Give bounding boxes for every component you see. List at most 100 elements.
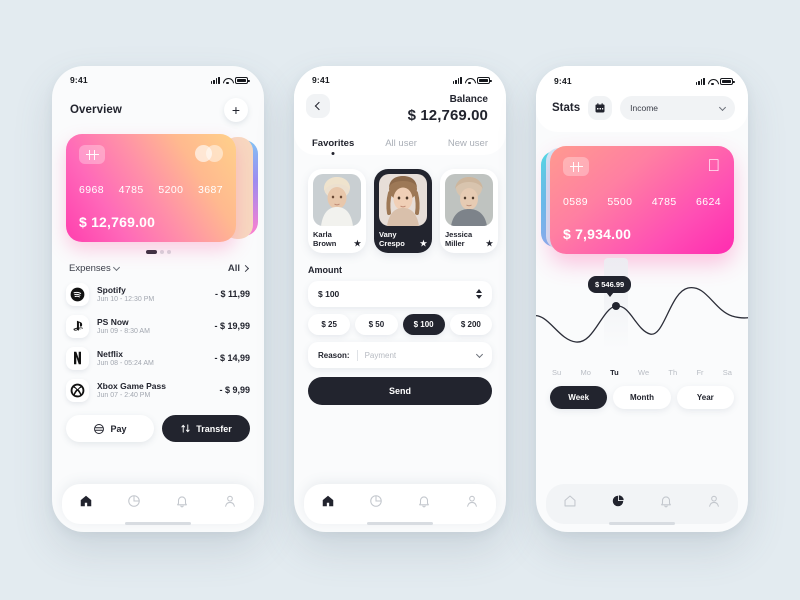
chip-amount-25[interactable]: $ 25 [308, 314, 351, 336]
expenses-label: Expenses [69, 263, 111, 274]
table-row[interactable]: Xbox Game Pass Jun 07 - 2:40 PM - $ 9,99 [66, 374, 250, 406]
user-icon[interactable] [223, 494, 238, 509]
card-number-group: 0589 [563, 196, 588, 208]
card-number-group: 6624 [696, 196, 721, 208]
home-icon[interactable] [79, 494, 94, 509]
user-icon[interactable] [465, 494, 480, 509]
stats-header: Stats Income [552, 96, 735, 120]
filter-value: Income [630, 103, 658, 113]
card-number-group: 5500 [607, 196, 633, 208]
chip-amount-100[interactable]: $ 100 [402, 314, 445, 336]
pager-dot[interactable] [166, 250, 171, 254]
stats-top-panel: 9:41 Stats Income [536, 66, 748, 132]
tab-all-user[interactable]: All user [385, 138, 417, 149]
phone-screen-transfer: 9:41 Balance $ 12,769.00 Favorites All u… [294, 66, 506, 532]
user-name: Vany Crespo ★ [379, 230, 427, 248]
user-carousel[interactable]: Karla Brown ★ Vany Crespo ★ Jessica Mill… [294, 155, 506, 254]
chip-amount-50[interactable]: $ 50 [355, 314, 398, 336]
quick-amount-chips: $ 25 $ 50 $ 100 $ 200 [308, 314, 492, 336]
range-week[interactable]: Week [550, 386, 608, 409]
expenses-list: Spotify Jun 10 - 12:30 PM - $ 11,99 PS N… [52, 278, 264, 406]
day-we[interactable]: We [638, 368, 649, 377]
reason-label: Reason: [318, 350, 350, 360]
card-carousel[interactable]: 6968 4785 5200 3687 $ 12,769.00 [66, 134, 258, 242]
tab-favorites[interactable]: Favorites [312, 138, 354, 149]
chart-active-point[interactable] [612, 302, 620, 310]
quantity-stepper[interactable] [476, 289, 482, 300]
chevron-right-icon [241, 264, 250, 273]
day-su[interactable]: Su [552, 368, 561, 377]
table-row[interactable]: Spotify Jun 10 - 12:30 PM - $ 11,99 [66, 278, 250, 310]
phone-screen-stats: 9:41 Stats Income 0589 5500 4785 6624 $ … [536, 66, 748, 532]
bottom-tab-bar [546, 484, 738, 524]
expense-amount: - $ 14,99 [214, 353, 250, 363]
card-chip-icon [79, 145, 105, 164]
add-card-button[interactable]: + [224, 98, 248, 122]
calendar-icon[interactable] [588, 96, 613, 120]
expense-amount: - $ 9,99 [219, 385, 250, 395]
bell-icon[interactable] [659, 494, 674, 509]
expense-meta: Xbox Game Pass Jun 07 - 2:40 PM [97, 381, 211, 399]
home-icon[interactable] [321, 494, 336, 509]
status-bar: 9:41 [294, 66, 506, 88]
range-year[interactable]: Year [676, 386, 734, 409]
credit-card[interactable]: 6968 4785 5200 3687 $ 12,769.00 [66, 134, 236, 242]
day-th[interactable]: Th [668, 368, 677, 377]
see-all-link[interactable]: All [228, 263, 250, 274]
reason-select[interactable]: Reason: Payment [308, 342, 492, 369]
bell-icon[interactable] [417, 494, 432, 509]
transfer-top-panel: 9:41 Balance $ 12,769.00 Favorites All u… [294, 66, 506, 155]
chart-tooltip: $ 546.99 [588, 276, 632, 293]
day-tu[interactable]: Tu [610, 368, 619, 377]
mockup-canvas: 9:41 Overview + 6968 4785 5200 3687 $ 12… [0, 0, 800, 600]
signal-icon [695, 77, 705, 85]
card-number-group: 4785 [118, 184, 144, 196]
transfer-button[interactable]: Transfer [162, 415, 250, 442]
tab-new-user[interactable]: New user [448, 138, 488, 149]
star-icon[interactable]: ★ [420, 240, 427, 248]
signal-icon [452, 76, 462, 84]
bell-icon[interactable] [175, 494, 190, 509]
pager-dot[interactable] [159, 250, 164, 254]
list-item[interactable]: Vany Crespo ★ [374, 169, 432, 254]
income-filter-select[interactable]: Income [620, 96, 735, 120]
transfer-label: Transfer [196, 423, 232, 434]
battery-icon [235, 76, 250, 84]
expense-meta: Netflix Jun 08 - 05:24 AM [97, 349, 206, 367]
pager-dot-active[interactable] [145, 250, 157, 254]
star-icon[interactable]: ★ [354, 240, 361, 248]
card-carousel[interactable]:  0589 5500 4785 6624 $ 7,934.00 [541, 146, 734, 254]
pay-button[interactable]: Pay [66, 415, 154, 442]
list-item[interactable]: Jessica Miller ★ [440, 169, 498, 254]
range-month[interactable]: Month [613, 386, 671, 409]
phone-screen-overview: 9:41 Overview + 6968 4785 5200 3687 $ 12… [52, 66, 264, 532]
income-line-chart[interactable]: $ 546.99 [536, 258, 748, 366]
user-name-text: Jessica Miller [445, 230, 473, 249]
day-mo[interactable]: Mo [580, 368, 590, 377]
chevron-down-icon [718, 103, 727, 111]
day-fr[interactable]: Fr [696, 368, 703, 377]
chip-amount-200[interactable]: $ 200 [449, 314, 492, 336]
amount-label: Amount [308, 265, 342, 276]
star-icon[interactable]: ★ [486, 240, 493, 248]
table-row[interactable]: Netflix Jun 08 - 05:24 AM - $ 14,99 [66, 342, 250, 374]
expenses-filter[interactable]: Expenses [69, 263, 120, 274]
credit-card[interactable]:  0589 5500 4785 6624 $ 7,934.00 [550, 146, 734, 254]
day-sa[interactable]: Sa [723, 368, 732, 377]
expense-name: Xbox Game Pass [97, 381, 166, 391]
balance-header: Balance $ 12,769.00 [294, 88, 506, 124]
chart-line [536, 287, 748, 343]
netflix-icon [66, 346, 89, 370]
chart-icon[interactable] [127, 494, 142, 509]
amount-input[interactable]: $ 100 [308, 281, 492, 308]
send-button[interactable]: Send [308, 377, 492, 406]
chart-icon[interactable] [611, 494, 626, 509]
home-icon[interactable] [563, 494, 578, 509]
table-row[interactable]: PS Now Jun 09 - 8:30 AM - $ 19,99 [66, 310, 250, 342]
list-item[interactable]: Karla Brown ★ [308, 169, 366, 254]
user-tabs: Favorites All user New user [294, 124, 506, 149]
back-button[interactable] [306, 94, 330, 118]
user-icon[interactable] [707, 494, 722, 509]
chart-icon[interactable] [369, 494, 384, 509]
expense-date: Jun 10 - 12:30 PM [97, 296, 155, 303]
